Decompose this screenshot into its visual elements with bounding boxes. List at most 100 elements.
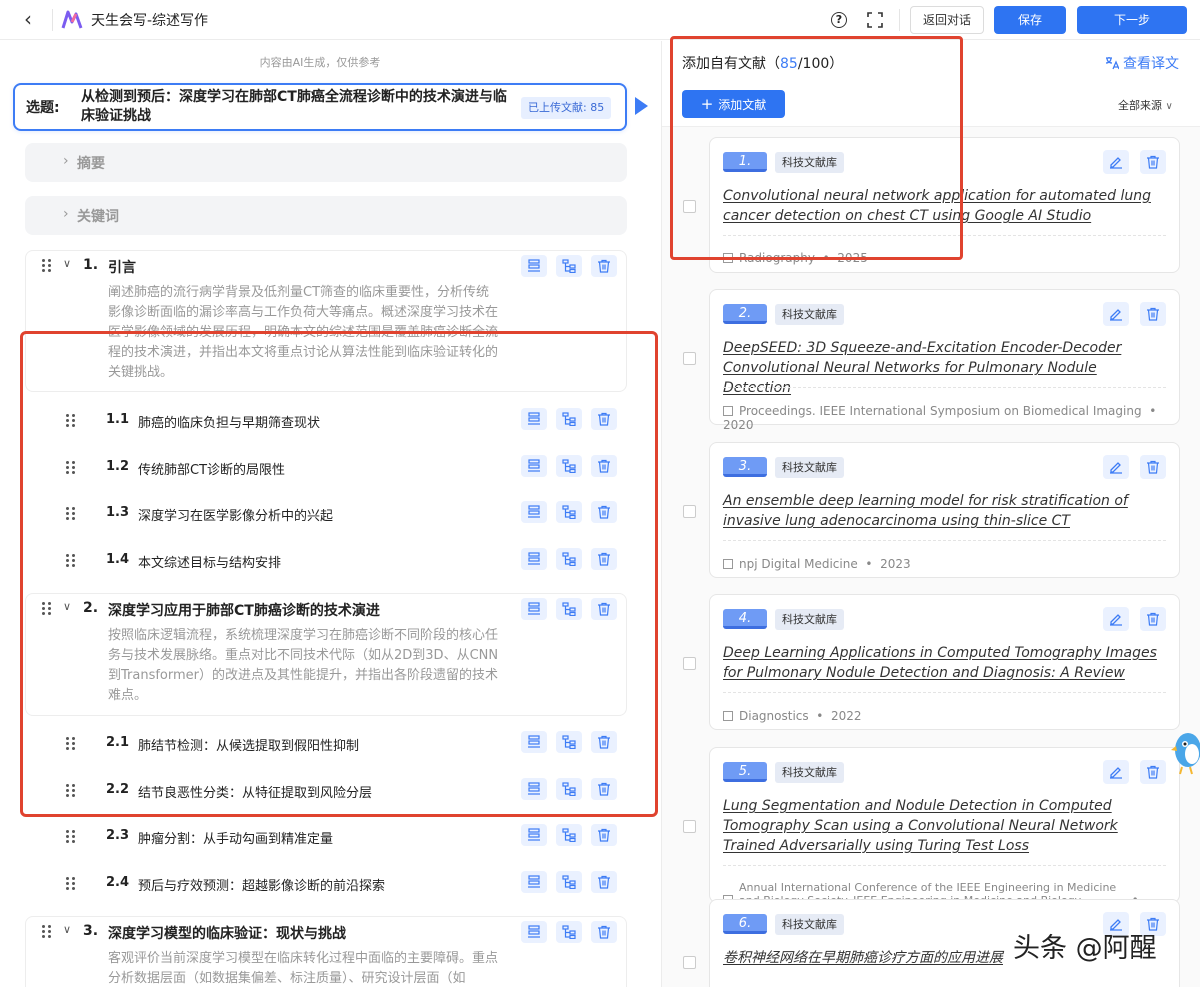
reference-number: 3. <box>723 457 767 477</box>
edit-icon[interactable] <box>1103 302 1129 326</box>
tree-icon[interactable] <box>556 255 582 277</box>
reference-card[interactable]: 2. 科技文献库 DeepSEED: 3D Squeeze-and-Excita… <box>709 289 1180 432</box>
back-arrow-icon[interactable]: ‹ <box>16 8 40 32</box>
drag-handle-icon[interactable] <box>66 877 76 891</box>
source-tag: 科技文献库 <box>775 609 844 630</box>
uploaded-count-badge: 已上传文献: 85 <box>521 97 612 119</box>
trash-icon[interactable] <box>1140 150 1166 174</box>
abstract-section[interactable]: › 摘要 <box>25 143 627 182</box>
reference-card[interactable]: 5. 科技文献库 Lung Segmentation and Nodule De… <box>709 747 1180 934</box>
source-filter-label: 全部来源 <box>1118 99 1162 112</box>
drag-handle-icon[interactable] <box>66 830 76 844</box>
subsection-title[interactable]: 肿瘤分割：从手动勾画到精准定量 <box>138 828 333 847</box>
abstract-label: 摘要 <box>77 156 105 172</box>
trash-icon[interactable] <box>591 921 617 943</box>
ai-disclaimer: 内容由AI生成，仅供参考 <box>259 56 381 69</box>
translate-icon <box>1105 57 1120 70</box>
save-button[interactable]: 保存 <box>994 6 1066 34</box>
chevron-down-icon[interactable]: ∨ <box>63 257 71 270</box>
outline-icon[interactable] <box>521 255 547 277</box>
trash-icon[interactable] <box>1140 760 1166 784</box>
view-translation-label: 查看译文 <box>1123 56 1179 72</box>
reference-checkbox[interactable] <box>683 820 696 833</box>
topic-text: 从检测到预后：深度学习在肺部CT肺癌全流程诊断中的技术演进与临床验证挑战 <box>81 89 507 124</box>
reference-title[interactable]: DeepSEED: 3D Squeeze-and-Excitation Enco… <box>723 338 1167 398</box>
view-translation-button[interactable]: 查看译文 <box>1105 53 1179 73</box>
source-tag: 科技文献库 <box>775 304 844 325</box>
expand-triangle-icon[interactable] <box>635 97 648 115</box>
reference-meta: npj Digital Medicine • 2023 <box>723 557 911 571</box>
divider <box>723 692 1166 693</box>
divider <box>723 540 1166 541</box>
trash-icon[interactable] <box>591 871 617 893</box>
edit-icon[interactable] <box>1103 150 1129 174</box>
trash-icon[interactable] <box>591 255 617 277</box>
fullscreen-icon[interactable] <box>867 12 883 28</box>
reference-meta: Proceedings. IEEE International Symposiu… <box>723 404 1161 432</box>
tree-icon[interactable] <box>556 921 582 943</box>
topic-box[interactable]: 选题: 从检测到预后：深度学习在肺部CT肺癌全流程诊断中的技术演进与临床验证挑战… <box>13 83 627 131</box>
reference-checkbox[interactable] <box>683 352 696 365</box>
trash-icon[interactable] <box>1140 607 1166 631</box>
source-tag: 科技文献库 <box>775 457 844 478</box>
mascot-icon[interactable] <box>1168 724 1200 776</box>
topic-label: 选题: <box>26 100 60 116</box>
source-filter-dropdown[interactable]: 全部来源 ∨ <box>1118 97 1173 113</box>
subsection-title[interactable]: 预后与疗效预测：超越影像诊断的前沿探索 <box>138 875 385 894</box>
highlight-box <box>670 36 963 260</box>
journal-icon <box>723 711 733 721</box>
outline-icon[interactable] <box>521 871 547 893</box>
tree-icon[interactable] <box>556 871 582 893</box>
keywords-section[interactable]: › 关键词 <box>25 196 627 235</box>
reference-year: 2023 <box>880 557 911 571</box>
tree-icon[interactable] <box>556 824 582 846</box>
edit-icon[interactable] <box>1103 455 1129 479</box>
reference-checkbox[interactable] <box>683 505 696 518</box>
keywords-label: 关键词 <box>77 209 119 225</box>
section-title[interactable]: 引言 <box>108 257 136 277</box>
reference-year: 2020 <box>723 418 754 432</box>
reference-number: 5. <box>723 762 767 782</box>
app-logo-icon <box>61 10 83 29</box>
reference-card[interactable]: 3. 科技文献库 An ensemble deep learning model… <box>709 442 1180 578</box>
edit-icon[interactable] <box>1103 760 1129 784</box>
help-icon[interactable]: ? <box>831 12 847 28</box>
outline-icon[interactable] <box>521 921 547 943</box>
reference-number: 6. <box>723 914 767 934</box>
reference-number: 2. <box>723 304 767 324</box>
trash-icon[interactable] <box>1140 302 1166 326</box>
next-step-button[interactable]: 下一步 <box>1077 6 1187 34</box>
journal-icon <box>723 559 733 569</box>
reference-title[interactable]: An ensemble deep learning model for risk… <box>723 491 1167 531</box>
reference-card[interactable]: 4. 科技文献库 Deep Learning Applications in C… <box>709 594 1180 730</box>
drag-handle-icon[interactable] <box>42 925 52 939</box>
reference-checkbox[interactable] <box>683 657 696 670</box>
section-number: 1. <box>83 257 99 273</box>
divider <box>723 865 1166 866</box>
reference-number: 4. <box>723 609 767 629</box>
reference-title[interactable]: Lung Segmentation and Nodule Detection i… <box>723 796 1167 856</box>
outline-icon[interactable] <box>521 824 547 846</box>
watermark: 头条 @阿醒 <box>1013 933 1157 964</box>
reference-meta: Diagnostics • 2022 <box>723 709 862 723</box>
reference-journal: Proceedings. IEEE International Symposiu… <box>739 404 1142 418</box>
drag-handle-icon[interactable] <box>42 259 52 273</box>
back-to-chat-button[interactable]: 返回对话 <box>910 6 984 34</box>
journal-icon <box>723 406 733 416</box>
section-number: 3. <box>83 923 99 939</box>
highlight-box <box>20 331 658 817</box>
reference-journal: npj Digital Medicine <box>739 557 858 571</box>
divider <box>899 9 900 31</box>
trash-icon[interactable] <box>591 824 617 846</box>
reference-year: 2022 <box>830 709 862 723</box>
divider <box>52 9 53 31</box>
chevron-right-icon: › <box>63 206 69 222</box>
reference-title[interactable]: Deep Learning Applications in Computed T… <box>723 643 1167 683</box>
section-title[interactable]: 深度学习模型的临床验证：现状与挑战 <box>108 923 346 943</box>
reference-checkbox[interactable] <box>683 956 696 969</box>
chevron-down-icon[interactable]: ∨ <box>63 923 71 936</box>
edit-icon[interactable] <box>1103 607 1129 631</box>
source-tag: 科技文献库 <box>775 914 844 935</box>
trash-icon[interactable] <box>1140 455 1166 479</box>
top-bar: ‹ 天生会写-综述写作 ? 返回对话 保存 下一步 <box>0 0 1200 40</box>
